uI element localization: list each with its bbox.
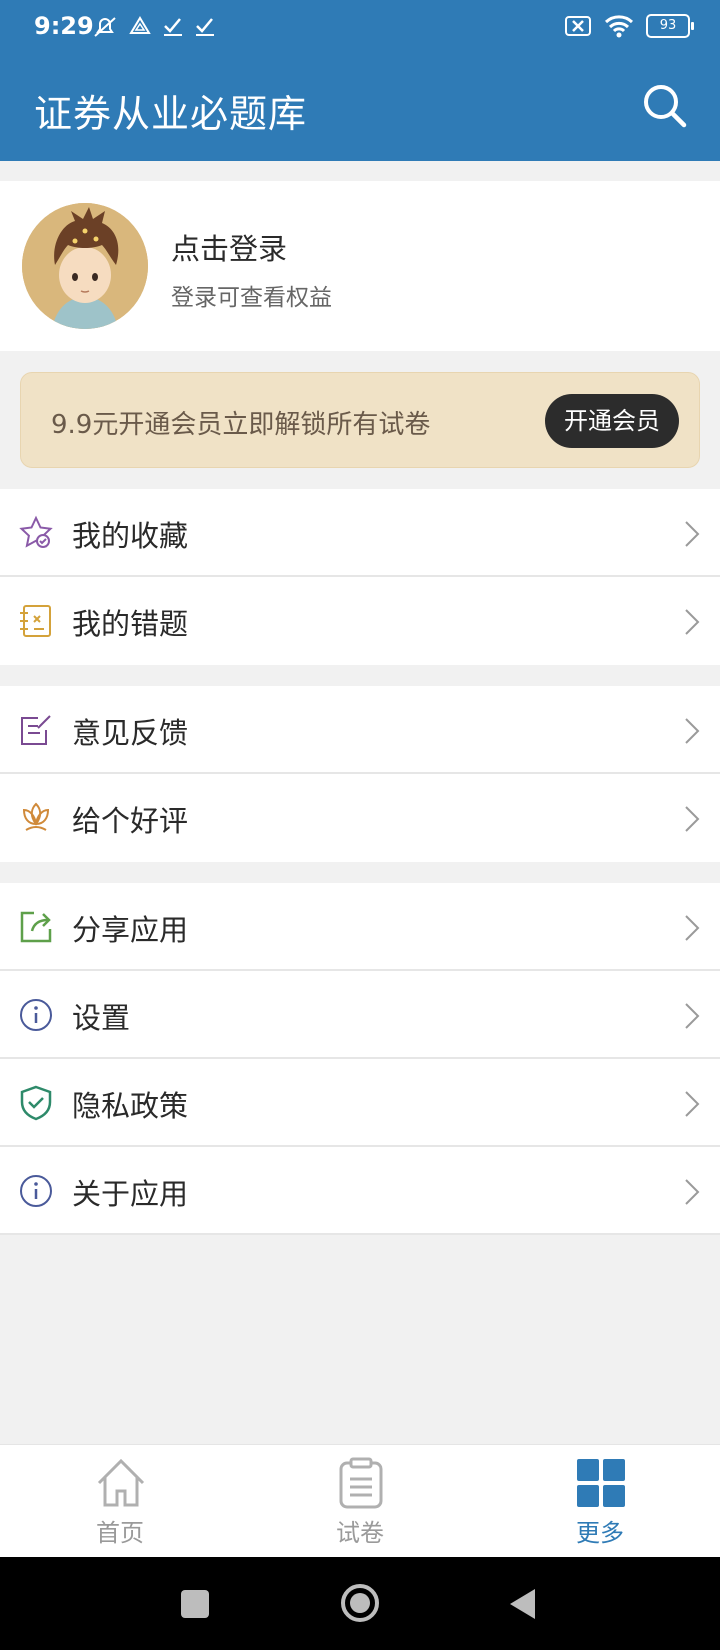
- menu-item-share[interactable]: 分享应用: [0, 883, 720, 971]
- notification-icons: [92, 14, 216, 40]
- menu-item-label: 设置: [72, 1001, 131, 1035]
- menu-item-label: 关于应用: [72, 1177, 189, 1211]
- check-icon: [164, 18, 182, 36]
- login-prompt[interactable]: 点击登录: [171, 226, 287, 268]
- chevron-right-icon: [685, 718, 700, 744]
- login-hint: 登录可查看权益: [171, 285, 332, 311]
- status-time: 9:29: [34, 12, 94, 40]
- status-bar: 9:29 93: [0, 0, 720, 55]
- clipboard-icon: [339, 1457, 383, 1509]
- menu-item-label: 意见反馈: [72, 716, 189, 750]
- divider: [0, 1233, 720, 1235]
- search-icon[interactable]: [640, 81, 688, 129]
- menu-item-settings[interactable]: 设置: [0, 971, 720, 1059]
- vip-promo-text: 9.9元开通会员立即解锁所有试卷: [51, 410, 431, 440]
- menu-item-label: 我的错题: [72, 607, 189, 641]
- chevron-right-icon: [685, 1091, 700, 1117]
- menu-item-privacy[interactable]: 隐私政策: [0, 1059, 720, 1147]
- menu-item-label: 分享应用: [72, 913, 189, 947]
- home-icon: [97, 1458, 145, 1507]
- chevron-right-icon: [685, 1003, 700, 1029]
- menu-group-2: 意见反馈 给个好评: [0, 686, 720, 862]
- wifi-icon: [604, 15, 634, 38]
- system-nav-bar: [0, 1557, 720, 1650]
- chevron-right-icon: [685, 1179, 700, 1205]
- menu-group-3: 分享应用 设置 隐私政策 关于应用: [0, 883, 720, 1235]
- home-button[interactable]: [340, 1583, 380, 1623]
- tab-label: 试卷: [336, 1519, 384, 1547]
- chevron-right-icon: [685, 521, 700, 547]
- sim-error-icon: [565, 16, 591, 36]
- menu-item-label: 我的收藏: [72, 519, 189, 553]
- profile-card[interactable]: 点击登录 登录可查看权益: [0, 181, 720, 351]
- recents-button[interactable]: [180, 1589, 210, 1619]
- info-icon: [20, 1175, 52, 1207]
- drive-icon: [129, 16, 151, 34]
- vip-banner[interactable]: 9.9元开通会员立即解锁所有试卷 开通会员: [20, 372, 700, 468]
- avatar-illustration: [22, 203, 148, 329]
- battery-icon: 93: [646, 14, 694, 38]
- info-icon: [20, 999, 52, 1031]
- menu-item-favorites[interactable]: 我的收藏: [0, 489, 720, 577]
- menu-item-label: 隐私政策: [72, 1089, 189, 1123]
- chevron-right-icon: [685, 806, 700, 832]
- tab-papers[interactable]: 试卷: [240, 1445, 480, 1558]
- share-icon: [20, 911, 52, 943]
- tab-more[interactable]: 更多: [480, 1445, 720, 1558]
- tab-label: 首页: [96, 1519, 144, 1547]
- menu-item-about[interactable]: 关于应用: [0, 1147, 720, 1235]
- chevron-right-icon: [685, 915, 700, 941]
- tab-home[interactable]: 首页: [0, 1445, 240, 1558]
- menu-item-feedback[interactable]: 意见反馈: [0, 686, 720, 774]
- menu-item-rate[interactable]: 给个好评: [0, 774, 720, 862]
- muted-bell-icon: [94, 17, 116, 37]
- avatar[interactable]: [22, 203, 148, 329]
- chevron-right-icon: [685, 609, 700, 635]
- open-vip-button[interactable]: 开通会员: [545, 394, 679, 448]
- menu-group-1: 我的收藏 我的错题: [0, 489, 720, 665]
- wrong-questions-icon: [20, 605, 51, 637]
- system-icons: 93: [564, 14, 694, 38]
- check-icon: [196, 18, 214, 36]
- page-title: 证券从业必题库: [34, 92, 308, 136]
- back-button[interactable]: [507, 1587, 537, 1621]
- tab-label: 更多: [576, 1519, 624, 1547]
- feedback-edit-icon: [21, 715, 51, 745]
- bottom-tab-bar: 首页 试卷 更多: [0, 1444, 720, 1558]
- menu-item-wrong-questions[interactable]: 我的错题: [0, 577, 720, 665]
- shield-check-icon: [20, 1085, 52, 1121]
- menu-item-label: 给个好评: [72, 804, 189, 838]
- star-check-icon: [19, 515, 53, 548]
- lotus-rating-icon: [22, 802, 50, 831]
- app-bar: 证券从业必题库: [0, 55, 720, 161]
- grid-icon: [577, 1459, 625, 1507]
